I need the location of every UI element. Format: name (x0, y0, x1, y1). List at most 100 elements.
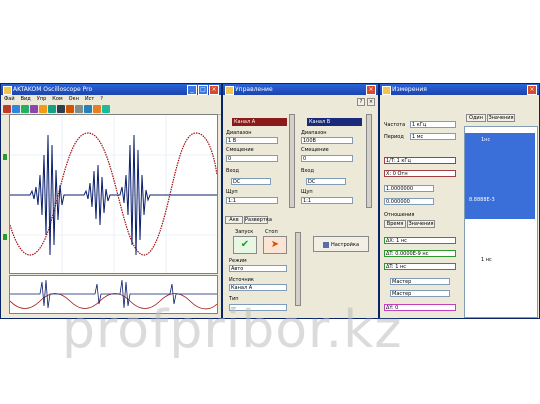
stop-button[interactable]: ➤ (263, 236, 287, 254)
measurement-window-icon (382, 86, 391, 95)
marker-value-2: 0.000000 (384, 198, 434, 205)
measurement-title-bar[interactable]: Измерения × (380, 84, 539, 95)
start-button[interactable]: ✔ (233, 236, 257, 254)
menu-item[interactable]: Ист (85, 95, 94, 103)
mode-select[interactable]: Авто (229, 265, 287, 272)
delta-x-readout: ΔX: 1 нс (384, 237, 456, 244)
channel-a-header[interactable]: Канал A (232, 118, 287, 126)
measurement-window: Измерения × Один Значения Частота 1 кГц … (379, 83, 540, 319)
start-label: Запуск (235, 229, 254, 235)
type-select[interactable]: — (229, 304, 287, 311)
control-help-button[interactable]: ? (357, 98, 365, 106)
measurement-list[interactable]: 1нс 8.8888E-3 1 нс (464, 126, 538, 318)
close-button[interactable]: × (209, 85, 219, 95)
marker-freq-field[interactable]: 1/T: 1 кГц (384, 157, 456, 164)
period-label: Период (384, 134, 404, 140)
filter-icon[interactable] (93, 104, 101, 113)
offset-a-label: Смещение (226, 147, 254, 153)
input-a-select[interactable]: DC (231, 178, 271, 185)
minimize-button[interactable]: _ (187, 85, 197, 95)
menu-item[interactable]: Ком (52, 95, 62, 103)
control-window-icon (225, 86, 234, 95)
marker-x-field[interactable]: X: 0 Отн (384, 170, 456, 177)
overview-channel-b (9, 293, 218, 310)
menu-item[interactable]: Упр (37, 95, 47, 103)
probe-b-select[interactable]: 1:1 (301, 197, 353, 204)
tab-timebase[interactable]: Развертка (244, 216, 272, 224)
menu-item[interactable]: ? (100, 95, 103, 103)
delta-t2-readout: ΔT: 1 нс (384, 263, 456, 270)
open-icon[interactable] (12, 104, 20, 113)
setup-button-label: Настройка (330, 242, 360, 248)
range-b-select[interactable]: 100В (301, 137, 353, 144)
oscilloscope-title-bar[interactable]: AKTAKOM Oscilloscope Pro _ □ × (1, 84, 221, 95)
print-icon[interactable] (30, 104, 38, 113)
source-label: Источник (229, 277, 254, 283)
overview-waveform-svg (9, 279, 218, 310)
channel-b-slider[interactable] (366, 114, 372, 208)
setup-button[interactable]: Настройка (313, 236, 369, 252)
overview-channel-a (10, 279, 217, 309)
source-select[interactable]: Канал A (229, 284, 287, 291)
list-selection (465, 133, 535, 219)
control-pin-button[interactable]: × (367, 98, 375, 106)
channel-b-marker[interactable] (3, 234, 7, 240)
channel-b-header[interactable]: Канал B (307, 118, 362, 126)
trigger-level-slider[interactable] (295, 232, 301, 306)
tab-time[interactable]: Время (384, 220, 406, 228)
probe-a-label: Щуп (226, 189, 238, 195)
channel-a-slider[interactable] (289, 114, 295, 208)
settings-icon[interactable] (66, 104, 74, 113)
frequency-value: 1 кГц (410, 121, 456, 128)
help-icon[interactable] (84, 104, 92, 113)
channel-a-trace (10, 134, 217, 256)
cursor-icon[interactable] (48, 104, 56, 113)
printer-icon (322, 241, 329, 248)
trigger-icon[interactable] (102, 104, 110, 113)
main-plot[interactable] (9, 114, 218, 274)
save-icon[interactable] (21, 104, 29, 113)
measure-icon[interactable] (57, 104, 65, 113)
tab-one[interactable]: Один (466, 114, 486, 122)
list-item[interactable]: 1нс (481, 137, 490, 143)
menu-item[interactable]: Фай (4, 95, 15, 103)
tab-acquire[interactable]: Акв (225, 216, 243, 224)
maximize-button[interactable]: □ (198, 85, 208, 95)
list-item[interactable]: 1 нс (481, 257, 492, 263)
offset-b-field[interactable]: 0 (301, 155, 353, 162)
menu-item[interactable]: Окн (69, 95, 79, 103)
channel-a-marker[interactable] (3, 154, 7, 160)
tab-values[interactable]: Значения (487, 114, 515, 122)
tab-group-values[interactable]: Значения (407, 220, 435, 228)
probe-a-select[interactable]: 1:1 (226, 197, 278, 204)
record-icon[interactable] (3, 104, 11, 113)
relations-group-label: Отношения (384, 212, 415, 218)
offset-b-label: Смещение (301, 147, 329, 153)
control-title: Управление (235, 86, 273, 93)
master-select-1[interactable]: Мастер (390, 278, 450, 285)
probe-b-label: Щуп (301, 189, 313, 195)
measurement-close-button[interactable]: × (527, 85, 537, 95)
oscilloscope-title: AKTAKOM Oscilloscope Pro (13, 86, 93, 93)
control-title-bar[interactable]: Управление × (223, 84, 378, 95)
master-select-2[interactable]: Мастер (390, 290, 450, 297)
list-item[interactable]: 8.8888E-3 (469, 197, 495, 203)
app-icon (3, 86, 12, 95)
offset-a-field[interactable]: 0 (226, 155, 278, 162)
overview-plot[interactable] (9, 275, 218, 314)
delta-y-readout: ΔY: 0 (384, 304, 456, 311)
input-b-select[interactable]: DC (306, 178, 346, 185)
delta-t-readout: ΔT: 0.0000Е-9 нс (384, 250, 456, 257)
range-a-select[interactable]: 1 В (226, 137, 278, 144)
control-window: Управление × ? × Канал A Диапазон 1 В См… (222, 83, 379, 319)
menu-item[interactable]: Вид (21, 95, 31, 103)
range-a-label: Диапазон (226, 130, 252, 136)
main-waveform-svg (9, 115, 218, 273)
zoom-icon[interactable] (39, 104, 47, 113)
measurement-title: Измерения (392, 86, 427, 93)
frequency-label: Частота (384, 122, 406, 128)
grid-icon[interactable] (75, 104, 83, 113)
control-close-button[interactable]: × (366, 85, 376, 95)
input-a-label: Вход (226, 168, 239, 174)
range-b-label: Диапазон (301, 130, 327, 136)
